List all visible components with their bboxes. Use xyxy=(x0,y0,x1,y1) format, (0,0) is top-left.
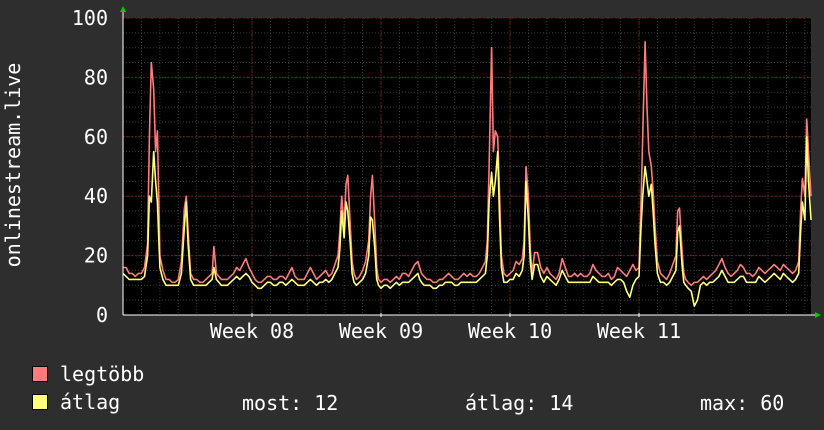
x-tick-label: Week 08 xyxy=(210,319,294,343)
y-tick-label: 60 xyxy=(84,125,108,149)
legend-label-max: legtöbb xyxy=(60,362,145,386)
legend-swatch-avg xyxy=(32,394,48,410)
stat-max: max: 60 xyxy=(700,391,784,415)
y-axis-arrow xyxy=(120,6,126,12)
stat-avg-label: átlag: xyxy=(465,391,538,415)
stat-max-value: 60 xyxy=(760,391,785,415)
x-tick-label: Week 10 xyxy=(468,319,552,343)
x-axis-arrow xyxy=(815,312,821,318)
legend-swatch-max xyxy=(32,366,48,382)
x-tick-label: Week 09 xyxy=(339,319,423,343)
y-tick-label: 100 xyxy=(72,6,108,30)
stat-now-label: most: xyxy=(242,391,303,415)
stat-now: most: 12 xyxy=(242,391,338,415)
legend-item-max: legtöbb xyxy=(32,362,145,386)
legend-label-avg: átlag xyxy=(60,390,121,414)
y-tick-label: 80 xyxy=(84,65,108,89)
plot-area xyxy=(123,18,811,315)
stat-avg: átlag: 14 xyxy=(465,391,573,415)
y-tick-label: 0 xyxy=(96,303,108,327)
x-tick-label: Week 11 xyxy=(597,319,681,343)
y-tick-label: 40 xyxy=(84,184,108,208)
stat-avg-value: 14 xyxy=(549,391,574,415)
legend-item-avg: átlag xyxy=(32,390,121,414)
stat-now-value: 12 xyxy=(314,391,339,415)
y-tick-label: 20 xyxy=(84,244,108,268)
stat-max-label: max: xyxy=(700,391,749,415)
y-axis-label: onlinestream.live xyxy=(1,63,25,268)
